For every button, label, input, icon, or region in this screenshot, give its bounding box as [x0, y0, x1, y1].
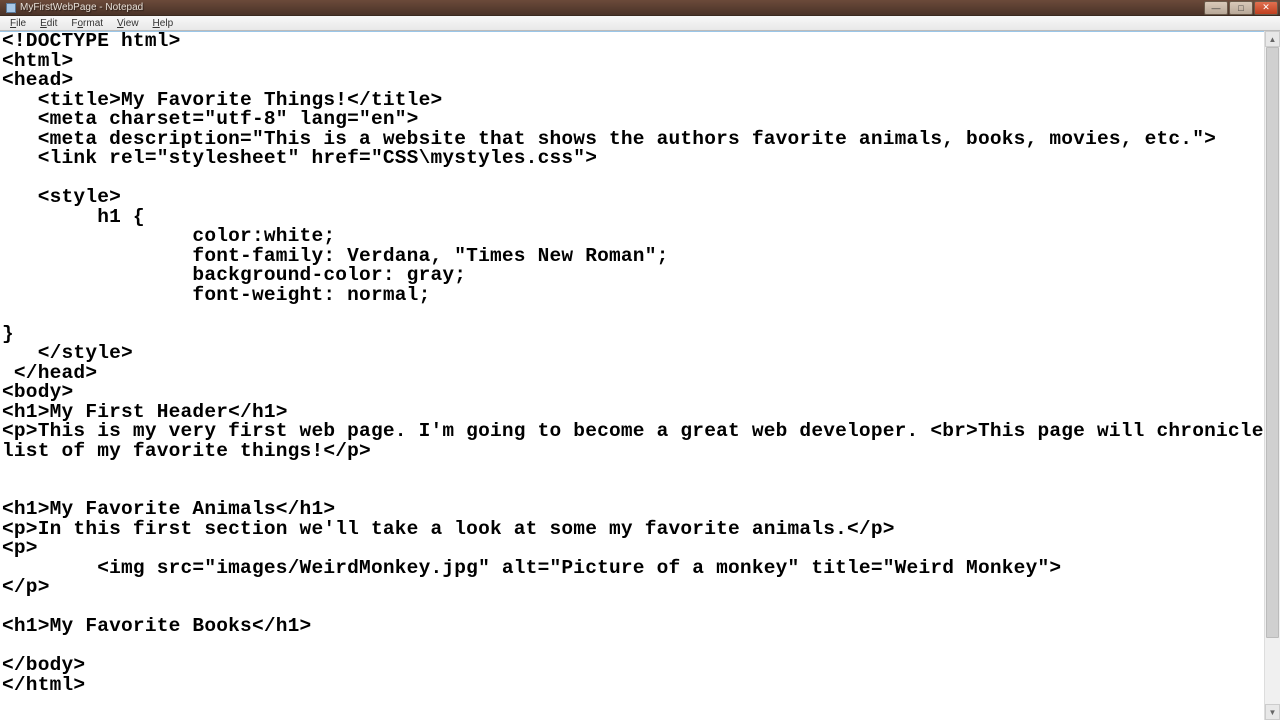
scroll-up-button[interactable]: ▲ — [1265, 31, 1280, 47]
scroll-track[interactable] — [1265, 47, 1280, 704]
titlebar-left: MyFirstWebPage - Notepad — [6, 2, 143, 13]
menu-bar: File Edit Format View Help — [0, 16, 1280, 31]
window-title: MyFirstWebPage - Notepad — [20, 2, 143, 13]
menu-file-rest: ile — [16, 18, 26, 29]
text-editor[interactable]: <!DOCTYPE html> <html> <head> <title>My … — [0, 31, 1264, 720]
menu-edit-rest: dit — [47, 18, 58, 29]
menu-view-rest: iew — [124, 18, 139, 29]
notepad-icon — [6, 3, 16, 13]
menu-format-rest: rmat — [83, 18, 103, 29]
window-titlebar[interactable]: MyFirstWebPage - Notepad — □ ✕ — [0, 0, 1280, 16]
minimize-button[interactable]: — — [1204, 1, 1228, 15]
scroll-down-button[interactable]: ▼ — [1265, 704, 1280, 720]
menu-file[interactable]: File — [4, 17, 32, 30]
vertical-scrollbar[interactable]: ▲ ▼ — [1264, 31, 1280, 720]
menu-view[interactable]: View — [111, 17, 145, 30]
scroll-thumb[interactable] — [1266, 47, 1279, 638]
menu-format[interactable]: Format — [65, 17, 109, 30]
close-button[interactable]: ✕ — [1254, 1, 1278, 15]
menu-help-rest: elp — [160, 18, 173, 29]
window-controls: — □ ✕ — [1204, 1, 1278, 15]
maximize-button[interactable]: □ — [1229, 1, 1253, 15]
menu-edit[interactable]: Edit — [34, 17, 63, 30]
menu-help[interactable]: Help — [147, 17, 180, 30]
